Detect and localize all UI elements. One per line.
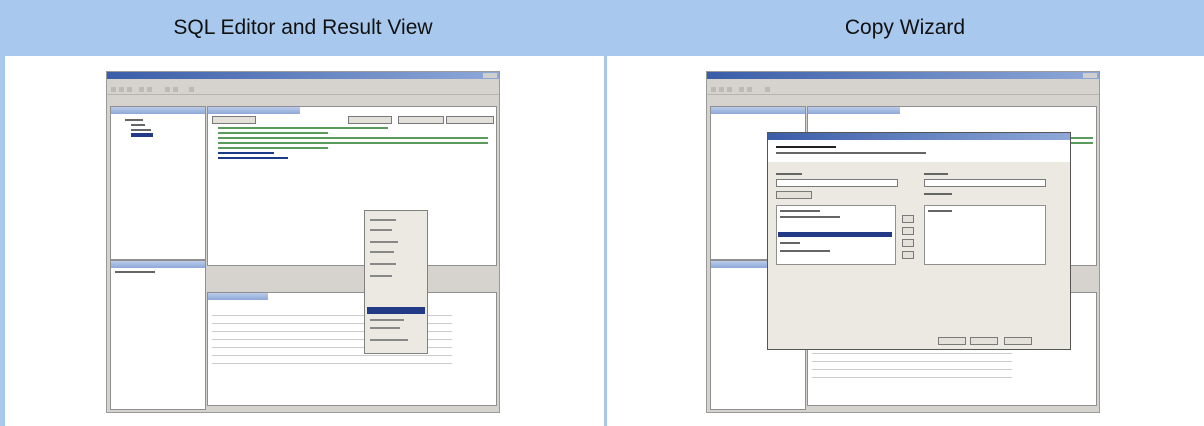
context-menu[interactable] [364, 210, 428, 354]
panel-title-copy-wizard: Copy Wizard [844, 16, 966, 39]
window-titlebar [707, 72, 1099, 79]
dialog-titlebar [768, 133, 1070, 140]
context-menu-selected-item[interactable] [367, 307, 425, 314]
navigator-tree[interactable] [110, 106, 206, 260]
source-filter-button[interactable] [776, 191, 812, 199]
source-db-select[interactable] [776, 179, 898, 187]
sql-editor[interactable] [207, 106, 497, 266]
wizard-banner [768, 140, 1070, 162]
remove-all-button[interactable] [902, 251, 914, 259]
wizard-cancel-button[interactable] [1004, 337, 1032, 345]
target-db-select[interactable] [924, 179, 1046, 187]
add-button[interactable] [902, 215, 914, 223]
databases-view[interactable] [110, 260, 206, 410]
result-view[interactable] [207, 292, 497, 406]
remove-button[interactable] [902, 239, 914, 247]
window-titlebar [107, 72, 499, 79]
target-table-list[interactable] [924, 205, 1046, 265]
source-table-list[interactable] [776, 205, 896, 265]
toolbar [707, 85, 1099, 95]
wizard-finish-button[interactable] [970, 337, 998, 345]
copy-wizard-dialog[interactable] [767, 132, 1071, 350]
status-bar [207, 400, 287, 406]
left-border [0, 56, 5, 426]
center-divider [604, 56, 607, 426]
window-buttons [483, 73, 497, 78]
sql-editor-screenshot [106, 71, 500, 413]
panel-title-sql-editor: SQL Editor and Result View [173, 16, 433, 39]
copy-wizard-screenshot [706, 71, 1100, 413]
wizard-next-button[interactable] [938, 337, 966, 345]
add-all-button[interactable] [902, 227, 914, 235]
window-buttons [1083, 73, 1097, 78]
toolbar [107, 85, 499, 95]
